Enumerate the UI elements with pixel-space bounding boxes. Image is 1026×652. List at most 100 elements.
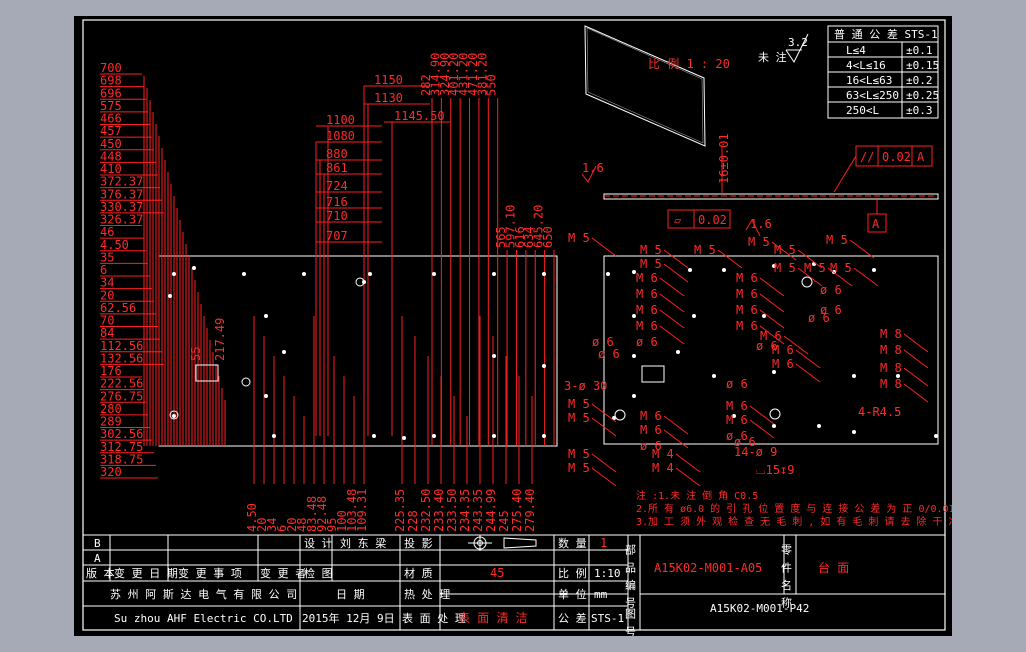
bottom-dim-label: 244.99	[484, 489, 498, 532]
left-dim-label: 320	[100, 465, 122, 479]
note-3: 3.加 工 须 外 观 检 查 无 毛 刺 , 如 有 毛 刺 请 去 除 干 …	[636, 515, 952, 528]
part-name: 台 面	[818, 560, 849, 575]
leader-line	[663, 429, 689, 449]
thread-label: M 5	[804, 261, 826, 275]
material-value: 45	[490, 566, 504, 580]
hole-mark	[242, 272, 246, 276]
surface-value: 表 面 清 洁	[458, 611, 528, 625]
mid-dim-label: 1150	[374, 73, 403, 87]
bottom-dim-label: 243.35	[471, 489, 485, 532]
designer-name: 刘 东 梁	[340, 536, 386, 550]
rev-row-b: B	[94, 537, 101, 550]
hole-mark	[852, 374, 856, 378]
hole-label: 14-ø 9	[734, 445, 777, 459]
leader-line	[717, 249, 743, 269]
hole-mark	[817, 424, 821, 428]
tol-range: 63<L≤250	[846, 89, 899, 102]
thread-label: M 6	[640, 423, 662, 437]
mid-dim-label: 716	[326, 195, 348, 209]
left-plate-view: 700698696575466457450448410372.37376.373…	[100, 53, 558, 532]
hole-mark	[172, 414, 176, 418]
leader-line	[663, 263, 689, 283]
thickness-dim: 16±0.01	[717, 133, 731, 184]
rev-header-author: 变 更 者	[260, 566, 306, 580]
mid-dim-label: 1145.50	[394, 109, 445, 123]
hole-mark	[722, 268, 726, 272]
qty-label: 数 量	[558, 537, 587, 550]
hole-mark	[872, 268, 876, 272]
scale-value: 1:10	[594, 567, 621, 580]
hole-mark	[692, 314, 696, 318]
hole-mark	[492, 354, 496, 358]
hole-mark	[606, 272, 610, 276]
rev-header-date: 变 更 日 期	[114, 566, 178, 580]
leader-line	[659, 277, 685, 297]
hole-mark	[402, 436, 406, 440]
hole-mark	[432, 272, 436, 276]
large-hole	[801, 276, 813, 288]
rect-cutout-right	[641, 365, 665, 383]
leader-line	[663, 415, 689, 435]
leader-line	[903, 349, 929, 369]
part-code-label: 部 品 编 号	[624, 543, 637, 609]
rev-header-version: 版 本	[86, 566, 115, 580]
large-hole	[769, 408, 781, 420]
notes: 注 :1.未 注 倒 角 C0.5 2.所 有 ø6.0 的 引 孔 位 置 度…	[636, 489, 958, 528]
leader-line	[903, 367, 929, 387]
hole-mark	[368, 272, 372, 276]
hole-mark	[264, 394, 268, 398]
roughness-small: 1.6	[582, 161, 604, 175]
bottom-dim-label: 245	[497, 510, 511, 532]
mid-dim-label: 217.49	[213, 318, 227, 361]
hole-mark	[688, 268, 692, 272]
hole-mark	[492, 434, 496, 438]
leader-line	[849, 239, 875, 259]
top-dim-label: 550	[485, 74, 499, 96]
hole-mark	[934, 434, 938, 438]
thread-label: M 6	[736, 271, 758, 285]
roughness-symbol: 3.2	[785, 33, 809, 63]
hole-label: 4-R4.5	[858, 405, 901, 419]
rev-header-item: 变 更 事 项	[178, 566, 242, 580]
hole-label: ⌴15↧9	[756, 463, 795, 477]
large-hole	[241, 377, 251, 387]
mid-dim-label: 707	[326, 229, 348, 243]
date-value: 2015年 12月 9日	[302, 611, 395, 625]
leader-line	[759, 277, 785, 297]
thread-label: M 6	[636, 303, 658, 317]
leader-line	[675, 467, 701, 487]
thread-label: M 5	[640, 257, 662, 271]
thread-label: M 6	[736, 319, 758, 333]
tolerance-table: 普 通 公 差 STS-1 L≤4 ±0.1 4<L≤16 ±0.15 16<L≤63 ±…	[827, 25, 939, 119]
iso-scale-label: 比 例 1 : 20	[648, 57, 730, 71]
parallel-datum: A	[917, 150, 925, 164]
thread-label: M 6	[772, 357, 794, 371]
design-label: 设 计	[304, 537, 333, 550]
tol-range: 250<L	[846, 104, 879, 117]
thread-label: M 6	[736, 287, 758, 301]
part-name-label: 零 件 名 称	[780, 544, 793, 609]
hole-label: ø 6	[598, 347, 620, 361]
tol-range: 16<L≤63	[846, 74, 892, 87]
mid-dim-label: 1080	[326, 129, 355, 143]
bottom-dim-label: 228	[406, 510, 420, 532]
mid-dim-label: 861	[326, 161, 348, 175]
tol-value: STS-1	[591, 612, 624, 625]
thread-label: M 8	[880, 361, 902, 375]
thread-label: M 5	[774, 261, 796, 275]
hole-label: ø 6	[756, 339, 778, 353]
hole-mark	[302, 272, 306, 276]
hole-mark	[542, 434, 546, 438]
tol-value: ±0.3	[906, 104, 933, 117]
side-section-view: 16±0.01 1.6 1.6 ▱ 0.02 // 0.02 A A	[581, 133, 939, 237]
hole-mark	[772, 424, 776, 428]
thread-label: M 6	[636, 287, 658, 301]
leader-line	[795, 363, 821, 383]
tolerance-title: 普 通 公 差 STS-1	[834, 27, 938, 41]
tol-range: L≤4	[846, 44, 866, 57]
thread-label: M 5	[826, 233, 848, 247]
thread-label: M 5	[568, 397, 590, 411]
hole-label: ø 6	[640, 439, 662, 453]
thread-label: M 5	[830, 261, 852, 275]
mid-dim-label: 1100	[326, 113, 355, 127]
